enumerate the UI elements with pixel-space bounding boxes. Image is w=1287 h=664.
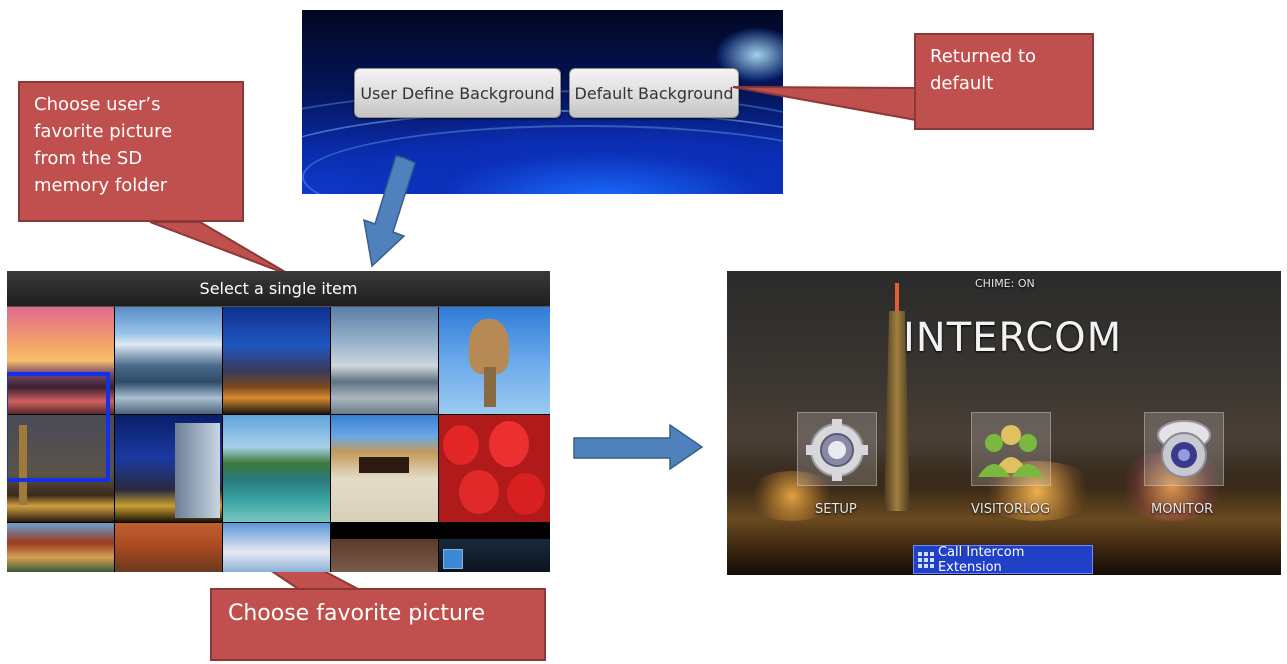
gallery-thumbnail[interactable] <box>115 415 222 522</box>
gallery-picker: Select a single item <box>7 271 550 572</box>
keypad-icon <box>918 551 934 568</box>
gallery-thumbnail[interactable] <box>439 539 550 572</box>
gallery-thumbnail[interactable] <box>331 307 438 414</box>
setup-tile[interactable] <box>797 412 877 486</box>
monitor-label: MONITOR <box>1151 502 1214 517</box>
gallery-thumbnail[interactable] <box>223 523 330 572</box>
gallery-thumbnail[interactable] <box>439 415 550 522</box>
callout-pointer <box>149 221 293 277</box>
returned-default-callout: Returned to default <box>914 33 1094 130</box>
camera-icon <box>1157 420 1211 478</box>
gallery-thumbnail[interactable] <box>223 415 330 522</box>
arrow-down-icon <box>363 155 416 268</box>
tower-spire <box>895 283 899 313</box>
monitor-tile[interactable] <box>1144 412 1224 486</box>
visitorlog-tile[interactable] <box>971 412 1051 486</box>
selected-item-frame <box>7 372 110 482</box>
chime-status: CHIME: ON <box>975 277 1035 290</box>
gallery-thumbnail[interactable] <box>331 539 438 572</box>
lantern <box>443 425 479 465</box>
users-icon <box>978 425 1044 477</box>
rock-shape <box>469 319 509 374</box>
callout-text: Choose favorite picture <box>228 601 486 626</box>
setup-label: SETUP <box>815 502 857 517</box>
rock-stem <box>484 367 496 407</box>
gallery-title: Select a single item <box>7 271 550 307</box>
intercom-title: INTERCOM <box>903 315 1123 361</box>
lantern <box>459 470 499 514</box>
gear-icon <box>806 419 868 481</box>
gallery-thumbnail[interactable] <box>331 415 438 522</box>
gallery-thumbnail[interactable] <box>439 307 550 414</box>
choose-user-callout: Choose user’s favorite picture from the … <box>18 81 244 222</box>
building-shape <box>175 423 220 518</box>
callout-text: Returned to default <box>930 46 1037 94</box>
callout-pointer <box>732 86 917 122</box>
arrow-right-icon <box>573 423 704 471</box>
lantern <box>489 421 529 467</box>
intercom-home-screen: CHIME: ON INTERCOM SETUP VISITORLOG MONI… <box>727 271 1281 575</box>
save-icon <box>443 549 463 569</box>
call-button-label: Call Intercom Extension <box>937 544 1025 575</box>
gate-sign <box>359 457 409 473</box>
choose-favorite-callout: Choose favorite picture <box>210 588 546 661</box>
visitorlog-label: VISITORLOG <box>971 502 1051 517</box>
lantern <box>507 473 545 515</box>
call-intercom-extension-button[interactable]: Call Intercom Extension <box>913 544 1093 575</box>
gallery-thumbnail[interactable] <box>115 523 222 572</box>
gallery-thumbnail[interactable] <box>223 307 330 414</box>
callout-text: Choose user’s favorite picture from the … <box>34 94 173 196</box>
gallery-thumbnail[interactable] <box>115 307 222 414</box>
gallery-thumbnail[interactable] <box>7 523 114 572</box>
